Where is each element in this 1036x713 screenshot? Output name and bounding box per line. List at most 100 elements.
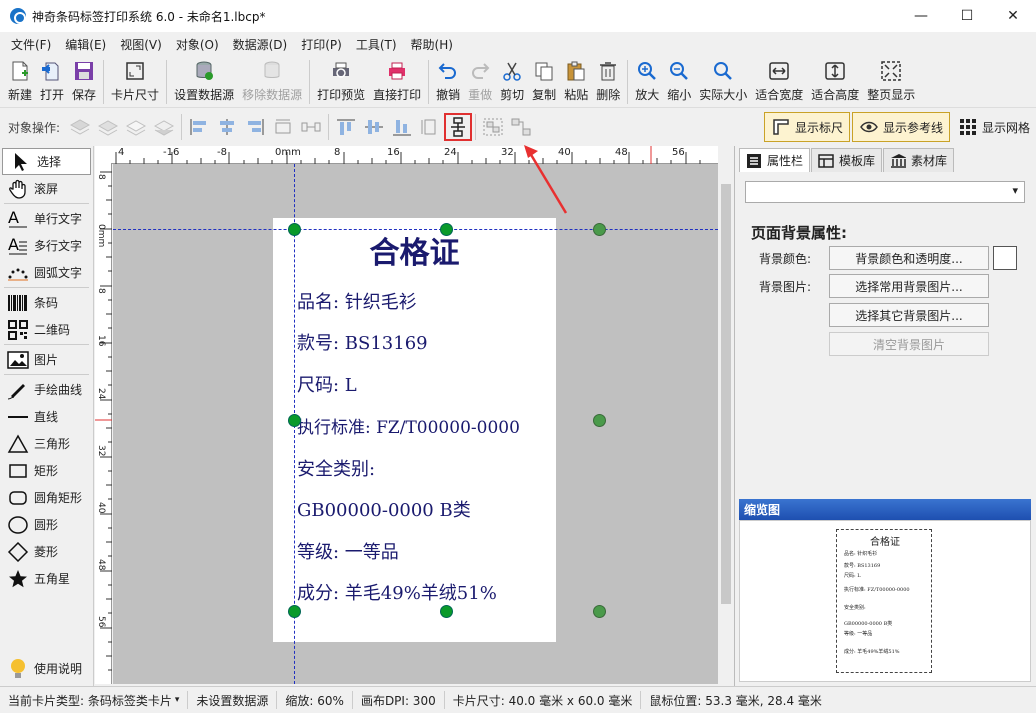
align-center-h-button[interactable] (213, 113, 241, 141)
layer-bottom-button[interactable] (150, 113, 178, 141)
layer-up-button[interactable] (94, 113, 122, 141)
menu-edit[interactable]: 编辑(E) (58, 36, 113, 53)
layer-top-button[interactable] (66, 113, 94, 141)
selection-handle[interactable] (593, 605, 606, 618)
tool-triangle[interactable]: 三角形 (0, 430, 93, 457)
selection-handle[interactable] (440, 223, 453, 236)
tool-select[interactable]: 选择 (2, 148, 91, 175)
zoom-out-button[interactable]: 缩小 (663, 56, 695, 106)
menu-datasource[interactable]: 数据源(D) (226, 36, 295, 53)
zoom-in-button[interactable]: 放大 (631, 56, 663, 106)
label-text-line[interactable]: 执行标准: FZ/T00000-0000 (297, 413, 520, 438)
tab-templates[interactable]: 模板库 (811, 148, 883, 172)
ungroup-button[interactable] (507, 113, 535, 141)
redo-button[interactable]: 重做 (464, 56, 496, 106)
align-bottom-button[interactable] (388, 113, 416, 141)
tool-barcode[interactable]: 条码 (0, 289, 93, 316)
bg-color-button[interactable]: 背景颜色和透明度... (829, 246, 989, 270)
selection-handle[interactable] (440, 605, 453, 618)
label-text-line[interactable]: GB00000-0000 B类 (297, 496, 471, 522)
label-text-line[interactable]: 成分: 羊毛49%羊绒51% (297, 579, 497, 605)
direct-print-button[interactable]: 直接打印 (369, 56, 425, 106)
label-title[interactable]: 合格证 (273, 228, 556, 272)
choose-other-bg-button[interactable]: 选择其它背景图片... (829, 303, 989, 327)
undo-button[interactable]: 撤销 (432, 56, 464, 106)
show-guides-toggle[interactable]: 显示参考线 (851, 112, 950, 142)
tool-line[interactable]: 直线 (0, 403, 93, 430)
horizontal-ruler[interactable]: 4 -16 -8 0mm 8 16 24 32 40 48 56 (111, 146, 718, 164)
cut-button[interactable]: 剪切 (496, 56, 528, 106)
same-width-button[interactable] (269, 113, 297, 141)
horizontal-guide-line[interactable] (113, 229, 718, 230)
minimize-button[interactable]: — (898, 0, 944, 32)
selection-handle[interactable] (593, 414, 606, 427)
tool-qrcode[interactable]: 二维码 (0, 316, 93, 343)
tool-single-line-text[interactable]: A 单行文字 (0, 205, 93, 232)
label-text-line[interactable]: 款号: BS13169 (297, 329, 428, 355)
distribute-h-button[interactable] (297, 113, 325, 141)
thumbnail-preview[interactable]: 合格证 品名: 针织毛衫 款号: BS13169 尺码: L 执行标准: FZ/… (739, 520, 1031, 682)
align-top-button[interactable] (332, 113, 360, 141)
tool-rectangle[interactable]: 矩形 (0, 457, 93, 484)
tab-materials[interactable]: 素材库 (883, 148, 955, 172)
align-right-button[interactable] (241, 113, 269, 141)
clear-bg-button[interactable]: 清空背景图片 (829, 332, 989, 356)
card-size-button[interactable]: 卡片尺寸 (107, 56, 163, 106)
tab-properties[interactable]: 属性栏 (739, 148, 811, 172)
menu-print[interactable]: 打印(P) (294, 36, 349, 53)
paste-button[interactable]: 粘贴 (560, 56, 592, 106)
choose-common-bg-button[interactable]: 选择常用背景图片... (829, 274, 989, 298)
menu-object[interactable]: 对象(O) (169, 36, 226, 53)
maximize-button[interactable]: ☐ (944, 0, 990, 32)
print-preview-button[interactable]: 打印预览 (313, 56, 369, 106)
menu-file[interactable]: 文件(F) (4, 36, 58, 53)
tool-star[interactable]: 五角星 (0, 565, 93, 592)
tool-freehand[interactable]: 手绘曲线 (0, 376, 93, 403)
label-text-line[interactable]: 等级: 一等品 (297, 538, 399, 564)
label-text-line[interactable]: 尺码: L (297, 371, 357, 397)
copy-button[interactable]: 复制 (528, 56, 560, 106)
tool-circle[interactable]: 圆形 (0, 511, 93, 538)
selection-handle[interactable] (593, 223, 606, 236)
delete-button[interactable]: 删除 (592, 56, 624, 106)
label-page[interactable]: 合格证 品名: 针织毛衫 款号: BS13169 尺码: L 执行标准: FZ/… (273, 218, 556, 642)
menu-view[interactable]: 视图(V) (113, 36, 169, 53)
tool-arc-text[interactable]: 圆弧文字 (0, 259, 93, 286)
tool-rounded-rectangle[interactable]: 圆角矩形 (0, 484, 93, 511)
label-text-line[interactable]: 品名: 针织毛衫 (297, 288, 417, 314)
show-ruler-toggle[interactable]: 显示标尺 (763, 112, 850, 142)
selection-handle[interactable] (288, 414, 301, 427)
object-selector-dropdown[interactable] (745, 181, 1025, 203)
distribute-vertical-button[interactable] (444, 113, 473, 141)
tool-diamond[interactable]: 菱形 (0, 538, 93, 565)
align-left-button[interactable] (185, 113, 213, 141)
close-button[interactable]: ✕ (990, 0, 1036, 32)
bg-color-swatch[interactable] (993, 246, 1017, 270)
show-grid-toggle[interactable]: 显示网格 (952, 112, 1036, 142)
tool-multi-line-text[interactable]: A 多行文字 (0, 232, 93, 259)
fit-width-button[interactable]: 适合宽度 (751, 56, 807, 106)
fit-page-button[interactable]: 整页显示 (863, 56, 919, 106)
tool-scroll[interactable]: 滚屏 (0, 175, 93, 202)
selection-handle[interactable] (288, 605, 301, 618)
new-button[interactable]: 新建 (4, 56, 36, 106)
group-button[interactable] (479, 113, 507, 141)
open-button[interactable]: 打开 (36, 56, 68, 106)
scrollbar-thumb[interactable] (721, 184, 731, 604)
selection-handle[interactable] (288, 223, 301, 236)
remove-datasource-button[interactable]: 移除数据源 (238, 56, 306, 106)
menu-tools[interactable]: 工具(T) (349, 36, 404, 53)
layer-down-button[interactable] (122, 113, 150, 141)
canvas-vertical-scrollbar[interactable] (718, 164, 734, 684)
status-card-type[interactable]: 当前卡片类型: 条码标签类卡片 ▾ (0, 691, 189, 709)
same-height-button[interactable] (416, 113, 444, 141)
set-datasource-button[interactable]: 设置数据源 (170, 56, 238, 106)
label-text-line[interactable]: 安全类别: (297, 455, 375, 481)
tool-help[interactable]: 使用说明 (0, 655, 82, 682)
align-middle-v-button[interactable] (360, 113, 388, 141)
actual-size-button[interactable]: 实际大小 (695, 56, 751, 106)
menu-help[interactable]: 帮助(H) (404, 36, 460, 53)
fit-height-button[interactable]: 适合高度 (807, 56, 863, 106)
tool-image[interactable]: 图片 (0, 346, 93, 373)
save-button[interactable]: 保存 (68, 56, 100, 106)
